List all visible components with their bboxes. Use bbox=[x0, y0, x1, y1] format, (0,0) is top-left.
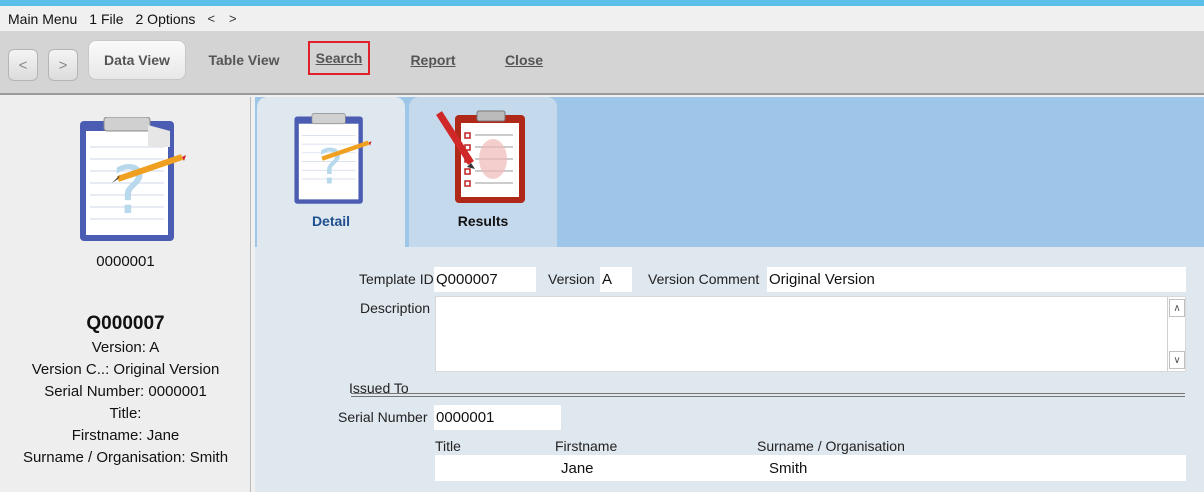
version-field[interactable]: A bbox=[600, 267, 632, 292]
sidebar-firstname: Firstname: Jane bbox=[71, 427, 180, 444]
firstname-column-label: Firstname bbox=[555, 438, 618, 454]
surname-value[interactable]: Smith bbox=[769, 460, 807, 477]
description-scrollbar[interactable]: ∧ ∨ bbox=[1167, 297, 1185, 371]
table-view-label: Table View bbox=[208, 52, 280, 68]
surname-column-label: Surname / Organisation bbox=[757, 438, 905, 454]
tab-results-text: Results bbox=[457, 213, 509, 229]
chevron-right-icon: > bbox=[58, 56, 68, 74]
issued-to-divider bbox=[351, 393, 1185, 397]
sidebar-template-id: Q000007 bbox=[86, 313, 165, 334]
menu-forward-arrow-icon[interactable]: > bbox=[229, 11, 237, 26]
data-view-button[interactable]: Data View bbox=[88, 40, 186, 80]
scroll-up-icon[interactable]: ∧ bbox=[1169, 299, 1185, 317]
sidebar-serial: 0000001 bbox=[96, 253, 155, 270]
menu-bar: Main Menu 1 File 2 Options < > bbox=[0, 6, 1204, 31]
template-id-label: Template ID bbox=[359, 271, 434, 287]
data-view-label: Data View bbox=[104, 52, 170, 68]
report-label: Report bbox=[410, 52, 456, 68]
serial-number-label: Serial Number bbox=[338, 409, 428, 425]
search-label: Search bbox=[315, 50, 363, 66]
svg-text:?: ? bbox=[112, 152, 147, 229]
firstname-value[interactable]: Jane bbox=[561, 460, 594, 477]
report-button[interactable]: Report bbox=[400, 40, 466, 80]
tab-detail[interactable]: ? Detail bbox=[257, 97, 405, 247]
version-comment-label: Version Comment bbox=[648, 271, 760, 287]
menu-file[interactable]: 1 File bbox=[89, 11, 123, 27]
sidebar-details: Q000007 Version: A Version C..: Original… bbox=[0, 311, 251, 469]
tab-detail-label: Detail bbox=[311, 213, 351, 229]
sidebar-surname: Surname / Organisation: Smith bbox=[22, 449, 229, 466]
table-view-button[interactable]: Table View bbox=[196, 40, 292, 80]
clipboard-checklist-icon bbox=[436, 110, 525, 203]
nav-forward-button[interactable]: > bbox=[48, 49, 78, 81]
description-field[interactable]: ∧ ∨ bbox=[435, 296, 1186, 372]
close-button[interactable]: Close bbox=[496, 40, 552, 80]
version-comment-field[interactable]: Original Version bbox=[767, 267, 1186, 292]
record-summary-sidebar: ? 0000001 Q000007 Version: A Version C..… bbox=[0, 97, 251, 492]
tab-results-label: Results bbox=[409, 213, 557, 229]
toolbar: < > Data View Table View Search Report C… bbox=[0, 31, 1204, 95]
chevron-left-icon: < bbox=[18, 56, 28, 74]
sidebar-title: Title: bbox=[109, 405, 142, 422]
nav-back-button[interactable]: < bbox=[8, 49, 38, 81]
menu-main[interactable]: Main Menu bbox=[8, 11, 77, 27]
detail-form: Template ID Q000007 Version A Version Co… bbox=[255, 247, 1204, 492]
version-label: Version bbox=[548, 271, 595, 287]
issued-to-row: Jane Smith bbox=[435, 455, 1186, 481]
close-label: Close bbox=[504, 52, 544, 68]
clipboard-question-icon: ? bbox=[294, 113, 372, 204]
menu-options[interactable]: 2 Options bbox=[136, 11, 196, 27]
search-button[interactable]: Search bbox=[308, 41, 370, 75]
template-id-field[interactable]: Q000007 bbox=[434, 267, 536, 292]
svg-text:?: ? bbox=[318, 139, 343, 195]
tab-results[interactable]: Results bbox=[409, 97, 557, 247]
clipboard-question-icon: ? bbox=[80, 117, 186, 241]
sidebar-version-comment: Version C..: Original Version bbox=[31, 361, 220, 378]
description-label: Description bbox=[360, 300, 431, 316]
sidebar-serial-number: Serial Number: 0000001 bbox=[44, 383, 207, 400]
menu-back-arrow-icon[interactable]: < bbox=[207, 11, 215, 26]
sidebar-version: Version: A bbox=[91, 339, 160, 356]
serial-number-field[interactable]: 0000001 bbox=[434, 405, 561, 430]
title-column-label: Title bbox=[435, 438, 461, 454]
scroll-down-icon[interactable]: ∨ bbox=[1169, 351, 1185, 369]
